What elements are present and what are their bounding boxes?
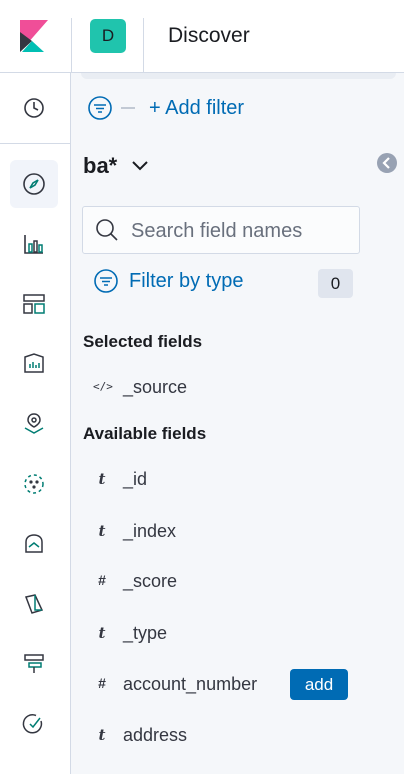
filter-bar: + Add filter <box>87 95 244 121</box>
nav-item-metrics[interactable] <box>10 520 58 568</box>
nav-item-apm[interactable] <box>10 640 58 688</box>
field-name: _index <box>123 521 177 541</box>
canvas-icon <box>24 353 44 373</box>
field-item-address[interactable]: t address <box>71 716 381 756</box>
field-name: _source <box>123 377 188 397</box>
apm-icon <box>24 654 44 673</box>
field-name: _score <box>123 571 178 591</box>
search-icon <box>96 219 118 241</box>
string-type-icon: t <box>98 470 106 488</box>
nav-item-visualize[interactable] <box>10 220 58 268</box>
filter-icon <box>94 269 118 293</box>
clock-icon <box>24 98 44 118</box>
field-name: address <box>123 725 188 745</box>
page-title: Discover <box>168 24 250 47</box>
side-nav <box>0 73 71 774</box>
selected-fields-title: Selected fields <box>83 332 203 351</box>
field-name: account_number <box>123 674 258 694</box>
metrics-icon <box>25 534 43 553</box>
add-field-button[interactable]: add <box>290 669 348 700</box>
string-type-icon: t <box>98 624 106 642</box>
dashboard-icon <box>23 294 45 314</box>
maps-icon <box>24 413 44 434</box>
filter-separator <box>121 107 135 109</box>
chevron-down-icon <box>132 161 148 171</box>
field-search-box <box>82 206 360 255</box>
filter-by-type-button[interactable]: Filter by type <box>93 268 243 294</box>
chevron-left-icon <box>382 157 390 169</box>
code-icon: </> <box>93 380 113 393</box>
add-filter-button[interactable]: + Add filter <box>149 97 244 120</box>
string-type-icon: t <box>98 522 106 540</box>
field-item-source[interactable]: </> _source <box>71 368 381 408</box>
kibana-logo-icon[interactable] <box>18 20 50 52</box>
available-fields-title: Available fields <box>83 424 207 443</box>
index-pattern-selector[interactable]: ba* <box>83 153 149 179</box>
filter-by-type-label: Filter by type <box>129 269 244 292</box>
nav-item-discover[interactable] <box>10 160 58 208</box>
ml-icon <box>24 474 44 494</box>
header-divider <box>143 18 144 72</box>
string-type-icon: t <box>98 726 106 744</box>
space-avatar[interactable]: D <box>90 19 126 53</box>
field-sidebar: + Add filter ba* Filter by type 0 Select… <box>71 73 404 774</box>
field-item-score[interactable]: # _score <box>71 562 381 602</box>
nav-item-canvas[interactable] <box>10 340 58 388</box>
visualize-icon <box>24 235 43 254</box>
query-bar-edge <box>81 73 396 79</box>
nav-item-ml[interactable] <box>10 460 58 508</box>
search-field-names-input[interactable] <box>129 207 353 255</box>
filter-icon[interactable] <box>87 95 113 121</box>
number-type-icon: # <box>98 675 106 691</box>
nav-item-recent[interactable] <box>10 84 58 132</box>
collapse-sidebar-button[interactable] <box>377 153 397 173</box>
nav-item-maps[interactable] <box>10 400 58 448</box>
nav-item-dashboard[interactable] <box>10 280 58 328</box>
uptime-icon <box>22 714 43 734</box>
filter-count-badge: 0 <box>318 269 353 298</box>
nav-item-logs[interactable] <box>10 580 58 628</box>
compass-icon <box>23 173 45 195</box>
field-item-index[interactable]: t _index <box>71 512 381 552</box>
index-pattern-name: ba* <box>83 153 118 178</box>
field-item-id[interactable]: t _id <box>71 460 381 500</box>
field-name: _id <box>123 469 148 489</box>
top-header: D Discover <box>0 0 404 73</box>
logs-icon <box>24 594 44 614</box>
nav-item-uptime[interactable] <box>10 700 58 748</box>
field-name: _type <box>123 623 168 643</box>
header-divider <box>71 18 72 72</box>
field-item-type[interactable]: t _type <box>71 614 381 654</box>
field-item-account-number[interactable]: # account_number add <box>71 665 381 705</box>
number-type-icon: # <box>98 572 106 588</box>
nav-divider <box>0 143 70 144</box>
